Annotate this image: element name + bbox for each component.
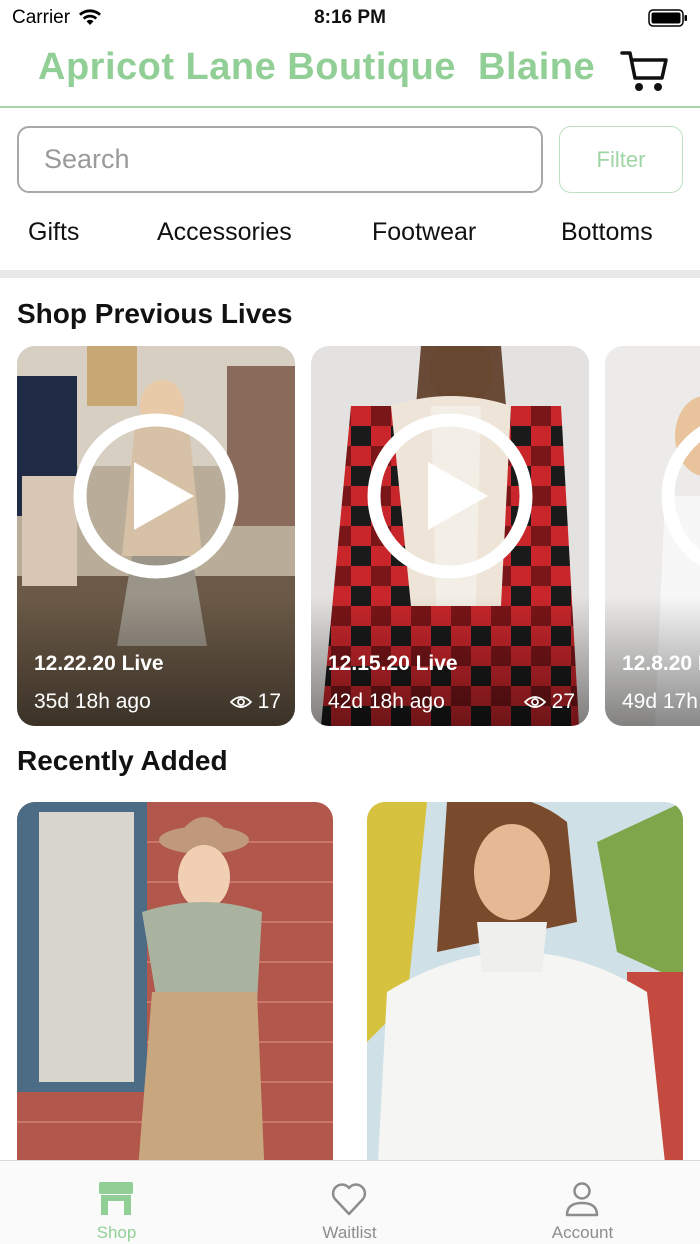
live-time-ago: 42d 18h ago	[328, 690, 445, 713]
play-icon[interactable]	[72, 412, 240, 580]
view-count-value: 17	[257, 690, 281, 713]
play-icon[interactable]	[366, 412, 534, 580]
tab-label: Shop	[96, 1223, 137, 1242]
category-bar: Gifts Accessories Footwear Bottoms	[0, 214, 700, 254]
tab-account[interactable]: Account	[466, 1161, 699, 1244]
product-card[interactable]	[367, 802, 683, 1162]
tab-label: Waitlist	[322, 1223, 377, 1242]
product-image	[367, 802, 683, 1162]
tab-label: Account	[551, 1223, 614, 1242]
store-title: Apricot Lane Boutique Blaine	[38, 46, 596, 88]
app-header: Apricot Lane Boutique Blaine	[0, 36, 700, 108]
live-title: 12.15.20 Live	[328, 652, 458, 675]
live-title: 12.22.20 Live	[34, 652, 164, 675]
product-image	[17, 802, 333, 1162]
play-icon[interactable]	[660, 412, 700, 580]
category-bottoms[interactable]: Bottoms	[561, 218, 653, 247]
tab-waitlist[interactable]: Waitlist	[233, 1161, 466, 1244]
person-icon	[565, 1182, 599, 1217]
recently-added-grid	[17, 802, 700, 1162]
clock: 8:16 PM	[314, 7, 386, 28]
shop-icon	[99, 1182, 133, 1215]
filter-button[interactable]: Filter	[559, 126, 683, 193]
search-input[interactable]	[17, 126, 543, 193]
previous-lives-heading: Shop Previous Lives	[17, 298, 293, 329]
eye-icon	[523, 696, 546, 708]
previous-lives-carousel[interactable]: 12.22.20 Live 35d 18h ago 17 12.15.20 Li…	[17, 346, 700, 728]
view-count: 27	[523, 690, 575, 714]
heart-icon	[331, 1183, 367, 1216]
live-time-ago: 49d 17h ago	[622, 690, 700, 713]
cart-icon[interactable]	[620, 48, 670, 94]
category-footwear[interactable]: Footwear	[372, 218, 476, 247]
category-accessories[interactable]: Accessories	[157, 218, 292, 247]
tab-shop[interactable]: Shop	[0, 1161, 233, 1244]
status-bar: Carrier 8:16 PM	[0, 0, 700, 36]
eye-icon	[229, 696, 252, 708]
tab-bar: Shop Waitlist Account	[0, 1160, 700, 1244]
recently-added-heading: Recently Added	[17, 745, 228, 776]
section-divider	[0, 270, 700, 278]
live-time-ago: 35d 18h ago	[34, 690, 151, 713]
live-card[interactable]: 12.8.20 Live 49d 17h ago	[605, 346, 700, 726]
view-count-value: 27	[551, 690, 575, 713]
live-card[interactable]: 12.15.20 Live 42d 18h ago 27	[311, 346, 589, 726]
live-card[interactable]: 12.22.20 Live 35d 18h ago 17	[17, 346, 295, 726]
view-count: 17	[229, 690, 281, 714]
product-card[interactable]	[17, 802, 333, 1162]
battery-icon	[648, 9, 687, 27]
live-title: 12.8.20 Live	[622, 652, 700, 675]
category-gifts[interactable]: Gifts	[28, 218, 79, 247]
